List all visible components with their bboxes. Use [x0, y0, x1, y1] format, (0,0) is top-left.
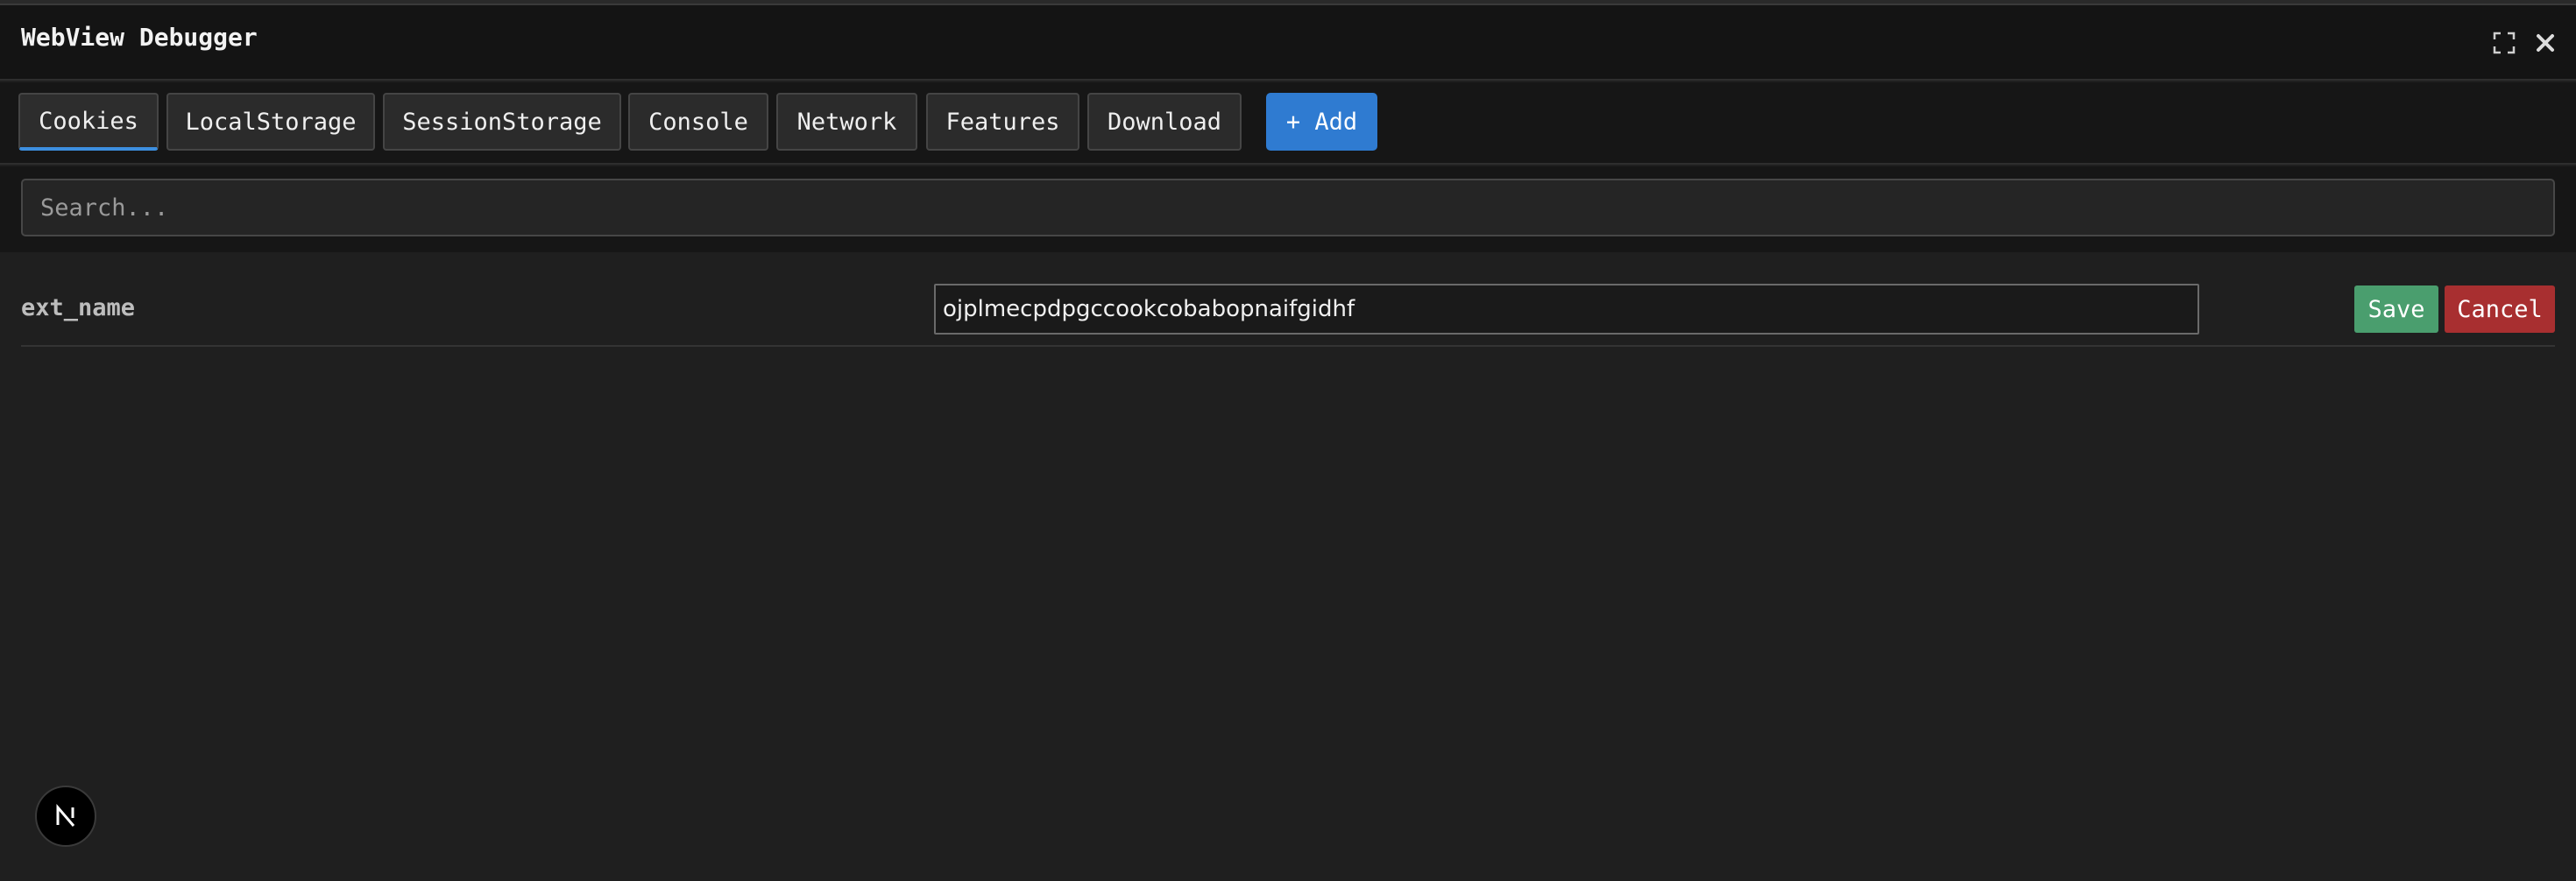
tab-cookies[interactable]: Cookies: [18, 93, 159, 151]
tab-sessionstorage[interactable]: SessionStorage: [383, 93, 621, 151]
tab-download[interactable]: Download: [1087, 93, 1242, 151]
cookie-value-input[interactable]: [934, 284, 2199, 335]
next-logo-icon: [56, 803, 75, 827]
cookie-key: ext_name: [21, 294, 136, 321]
tab-console[interactable]: Console: [628, 93, 768, 151]
expand-icon[interactable]: [2491, 30, 2517, 56]
search-bar: [0, 166, 2576, 252]
next-dev-indicator-button[interactable]: [35, 786, 96, 847]
save-button[interactable]: Save: [2354, 285, 2438, 333]
search-input[interactable]: [21, 179, 2555, 236]
table-row: ext_name Save Cancel: [21, 280, 2555, 347]
window-header: WebView Debugger: [0, 5, 2576, 81]
tab-localstorage[interactable]: LocalStorage: [166, 93, 375, 151]
close-icon[interactable]: [2532, 30, 2558, 56]
tab-features[interactable]: Features: [926, 93, 1079, 151]
tab-bar: Cookies LocalStorage SessionStorage Cons…: [0, 82, 2576, 165]
tab-network[interactable]: Network: [776, 93, 917, 151]
add-button[interactable]: + Add: [1266, 93, 1377, 151]
cancel-button[interactable]: Cancel: [2445, 285, 2555, 333]
window-title: WebView Debugger: [21, 23, 258, 52]
